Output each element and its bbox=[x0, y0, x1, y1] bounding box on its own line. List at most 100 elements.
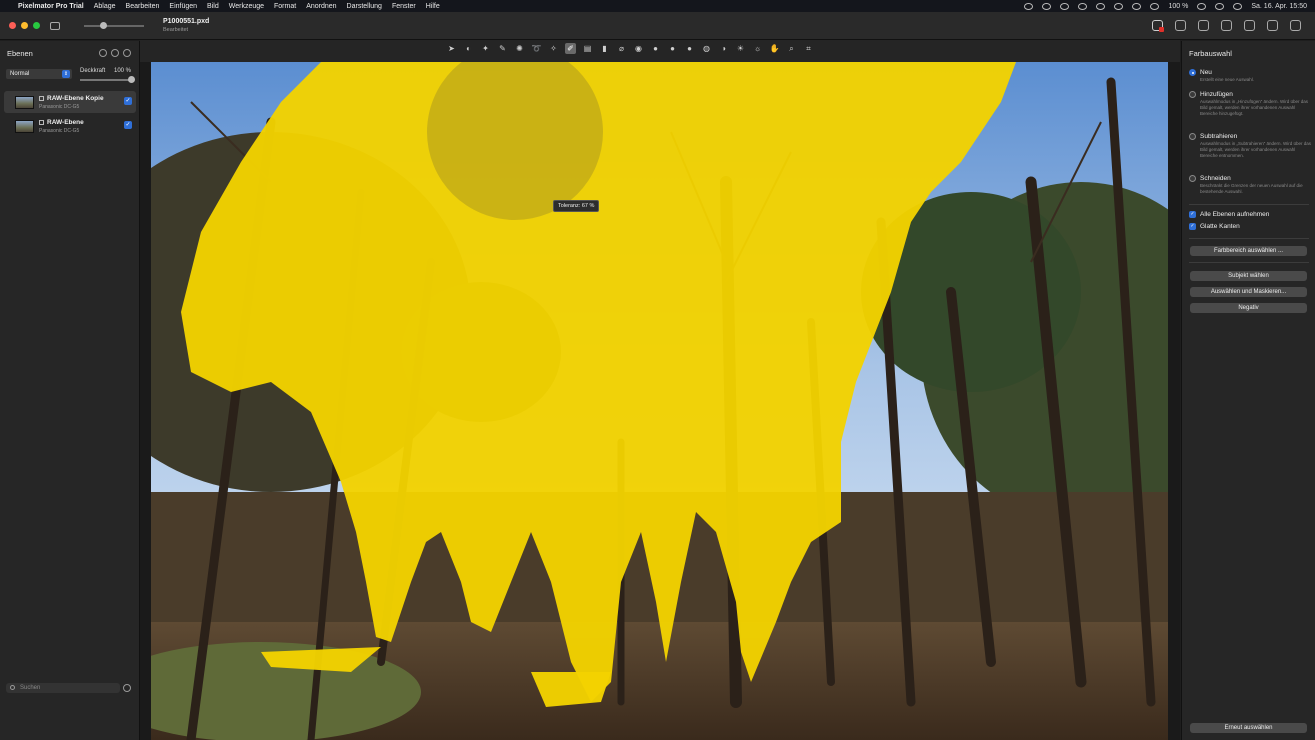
eraser-tool-icon[interactable]: ⌀ bbox=[616, 43, 627, 54]
radio-new[interactable] bbox=[1189, 69, 1196, 76]
layer-name: RAW-Ebene bbox=[47, 119, 84, 126]
volume-icon[interactable] bbox=[1060, 2, 1070, 10]
radio-subtract[interactable] bbox=[1189, 133, 1196, 140]
layer-item-raw[interactable]: RAW-Ebene Panasonic DC-G5 ✓ bbox=[4, 115, 136, 137]
paint-tool-icon[interactable]: ✎ bbox=[497, 43, 508, 54]
keyboard-icon[interactable] bbox=[1132, 2, 1142, 10]
arrange-tool-icon[interactable]: ➤ bbox=[446, 43, 457, 54]
divider bbox=[1189, 238, 1309, 239]
layers-search-input[interactable]: Suchen bbox=[6, 683, 120, 693]
disk-icon[interactable] bbox=[1114, 2, 1124, 10]
zoom-window-button[interactable] bbox=[33, 22, 40, 29]
menu-darstellung[interactable]: Darstellung bbox=[347, 3, 382, 10]
panel-title: Farbauswahl bbox=[1189, 49, 1232, 58]
fill-tool-icon[interactable]: ▮ bbox=[599, 43, 610, 54]
clock-icon[interactable] bbox=[1096, 2, 1106, 10]
layers-panel-actions bbox=[99, 49, 131, 57]
menu-werkzeuge[interactable]: Werkzeuge bbox=[229, 3, 264, 10]
search-options-icon[interactable] bbox=[123, 684, 131, 692]
smooth-edges-checkbox[interactable]: ✓ bbox=[1189, 223, 1196, 230]
menu-bearbeiten[interactable]: Bearbeiten bbox=[126, 3, 160, 10]
lasso-tool-icon[interactable]: ➰ bbox=[531, 43, 542, 54]
menu-fenster[interactable]: Fenster bbox=[392, 3, 416, 10]
trial-badge-icon[interactable] bbox=[1152, 20, 1164, 32]
smooth-edges-option[interactable]: ✓ Glatte Kanten bbox=[1189, 223, 1311, 231]
menubar-clock[interactable]: Sa. 16. Apr. 15:50 bbox=[1251, 3, 1307, 10]
clone-tool-icon[interactable]: ◉ bbox=[633, 43, 644, 54]
dodge-tool-icon[interactable]: ☀ bbox=[735, 43, 746, 54]
minimize-window-button[interactable] bbox=[21, 22, 28, 29]
layer-visibility-checkbox[interactable]: ✓ bbox=[124, 97, 132, 105]
sidebar-toggle-icon[interactable] bbox=[50, 22, 60, 30]
menu-bild[interactable]: Bild bbox=[207, 3, 219, 10]
sponge-tool-icon[interactable]: ◍ bbox=[701, 43, 712, 54]
opacity-value[interactable]: 100 % bbox=[114, 68, 131, 74]
layer-options-icon[interactable] bbox=[99, 49, 107, 57]
wifi-icon[interactable] bbox=[1215, 2, 1225, 10]
control-center-icon[interactable] bbox=[1233, 2, 1243, 10]
all-layers-checkbox[interactable]: ✓ bbox=[1189, 211, 1196, 218]
play-icon[interactable] bbox=[1078, 2, 1088, 10]
tools-panel-icon[interactable] bbox=[1290, 20, 1301, 31]
raw-layer-icon bbox=[39, 96, 44, 101]
more-options-icon[interactable] bbox=[1244, 20, 1255, 31]
all-layers-option[interactable]: ✓ Alle Ebenen aufnehmen bbox=[1189, 211, 1311, 219]
search-placeholder: Suchen bbox=[20, 685, 41, 691]
hand-tool-icon[interactable]: ✋ bbox=[769, 43, 780, 54]
battery-icon[interactable] bbox=[1197, 2, 1207, 10]
crop-tool-icon[interactable]: ⌗ bbox=[803, 43, 814, 54]
layer-group-icon[interactable] bbox=[111, 49, 119, 57]
forest-photo[interactable]: Toleranz: 67 % bbox=[151, 62, 1168, 740]
effects-tool-icon[interactable]: ✦ bbox=[480, 43, 491, 54]
color-range-button[interactable]: Farbbereich auswählen ... bbox=[1190, 246, 1307, 256]
retouch-tool-icon[interactable]: ✺ bbox=[514, 43, 525, 54]
photo-browser-icon[interactable] bbox=[1175, 20, 1186, 31]
zoom-slider[interactable] bbox=[84, 22, 144, 29]
light-tool-icon[interactable]: ☼ bbox=[752, 43, 763, 54]
layer-item-raw-copy[interactable]: RAW-Ebene Kopie Panasonic DC-G5 ✓ bbox=[4, 91, 136, 113]
layer-visibility-checkbox[interactable]: ✓ bbox=[124, 121, 132, 129]
style-tool-icon[interactable]: ◐ bbox=[463, 43, 474, 54]
check-icon[interactable] bbox=[1042, 2, 1052, 10]
invert-selection-button[interactable]: Negativ bbox=[1190, 303, 1307, 313]
reselect-button[interactable]: Erneut auswählen bbox=[1190, 723, 1307, 733]
burn-tool-icon[interactable]: ◑ bbox=[718, 43, 729, 54]
opacity-slider[interactable] bbox=[80, 76, 135, 83]
sharpen-tool-icon[interactable]: ● bbox=[667, 43, 678, 54]
close-window-button[interactable] bbox=[9, 22, 16, 29]
gradient-tool-icon[interactable]: ▤ bbox=[582, 43, 593, 54]
share-icon[interactable] bbox=[1267, 20, 1278, 31]
blend-mode-select[interactable]: Normal ⇕ bbox=[6, 69, 72, 79]
layer-name: RAW-Ebene Kopie bbox=[47, 95, 104, 102]
select-subject-button[interactable]: Subjekt wählen bbox=[1190, 271, 1307, 281]
smooth-edges-label: Glatte Kanten bbox=[1200, 223, 1240, 230]
layer-thumbnail bbox=[15, 96, 34, 109]
menu-ablage[interactable]: Ablage bbox=[94, 3, 116, 10]
battery-percentage[interactable]: 100 % bbox=[1168, 3, 1188, 10]
menu-einfuegen[interactable]: Einfügen bbox=[169, 3, 197, 10]
smudge-tool-icon[interactable]: ● bbox=[684, 43, 695, 54]
mode-intersect-label: Schneiden bbox=[1200, 175, 1231, 182]
chevron-updown-icon: ⇕ bbox=[62, 70, 70, 78]
radio-intersect[interactable] bbox=[1189, 175, 1196, 182]
color-select-tool-icon[interactable]: ✐ bbox=[565, 43, 576, 54]
bluetooth-icon[interactable] bbox=[1150, 2, 1160, 10]
select-and-mask-button[interactable]: Auswählen und Maskieren... bbox=[1190, 287, 1307, 297]
canvas-area[interactable]: Toleranz: 67 % bbox=[140, 62, 1180, 740]
blur-tool-icon[interactable]: ● bbox=[650, 43, 661, 54]
zoom-tool-icon[interactable]: ⌕ bbox=[786, 43, 797, 54]
mode-subtract-desc: Auswahlmodus in „Subtrahieren“ ändern. W… bbox=[1200, 141, 1312, 158]
layer-camera: Panasonic DC-G5 bbox=[39, 128, 80, 134]
menu-anordnen[interactable]: Anordnen bbox=[306, 3, 336, 10]
arrange-icon[interactable] bbox=[1221, 20, 1232, 31]
menu-format[interactable]: Format bbox=[274, 3, 296, 10]
add-layer-icon[interactable] bbox=[123, 49, 131, 57]
menu-hilfe[interactable]: Hilfe bbox=[426, 3, 440, 10]
screen-record-icon[interactable] bbox=[1024, 2, 1034, 10]
layer-camera: Panasonic DC-G5 bbox=[39, 104, 80, 110]
magic-wand-tool-icon[interactable]: ✧ bbox=[548, 43, 559, 54]
radio-add[interactable] bbox=[1189, 91, 1196, 98]
menu-app[interactable]: Pixelmator Pro Trial bbox=[18, 3, 84, 10]
window-titlebar: P1000551.pxd Bearbeitet bbox=[0, 12, 1315, 40]
info-icon[interactable] bbox=[1198, 20, 1209, 31]
